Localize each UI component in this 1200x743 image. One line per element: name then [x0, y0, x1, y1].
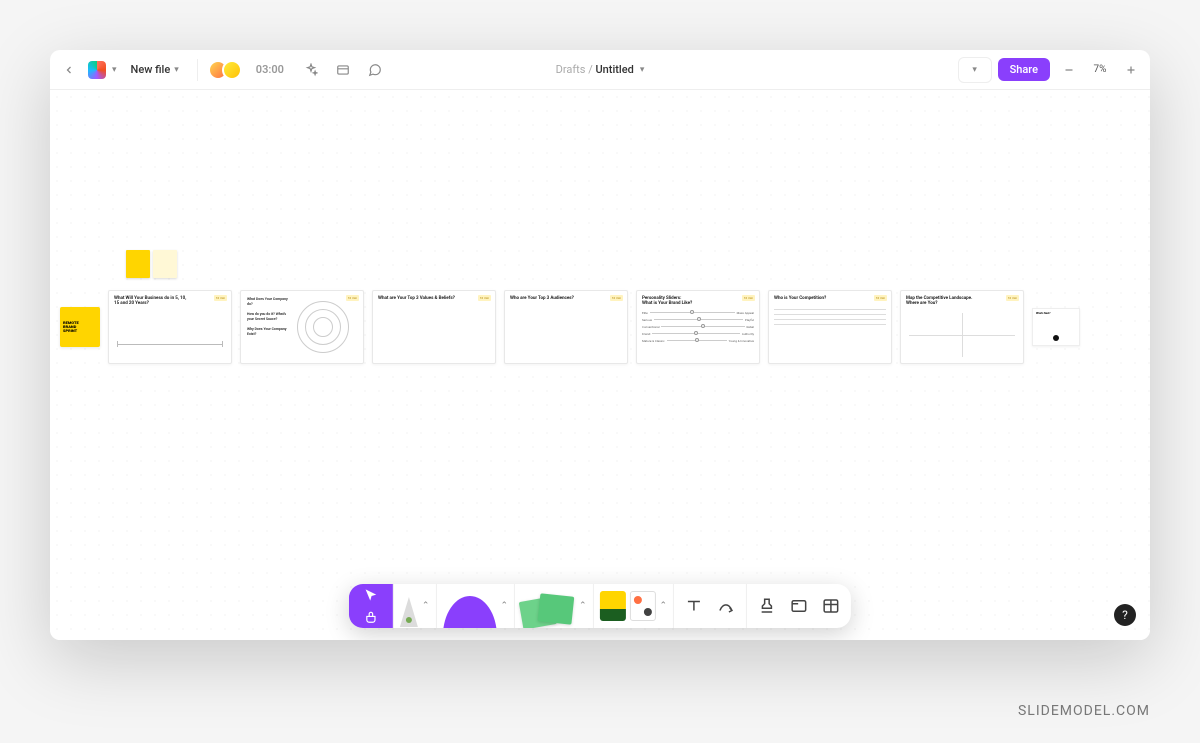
collaborator-avatars[interactable] [208, 60, 242, 80]
timer-button[interactable]: 03:00 [248, 61, 292, 78]
present-dropdown[interactable]: ▾ [958, 57, 992, 83]
templates-tool[interactable]: ⌃ [593, 584, 674, 628]
frame-competitive-landscape[interactable]: Map the Competitive Landscape. Where are… [900, 290, 1024, 364]
breadcrumb-parent: Drafts [556, 63, 586, 76]
frame-title: What are Your Top 3 Values & Beliefs? [378, 296, 456, 301]
section-tool[interactable] [785, 597, 813, 615]
marker-tool[interactable]: ⌃ [393, 584, 436, 628]
frame-title: Map the Competitive Landscape. Where are… [906, 296, 984, 307]
breadcrumb[interactable]: Drafts / Untitled ▾ [556, 63, 645, 76]
figjam-logo-icon[interactable] [88, 61, 106, 79]
time-badge: 10 min [478, 295, 491, 301]
sections-button[interactable] [330, 57, 356, 83]
new-file-button[interactable]: New file ▾ [123, 59, 187, 80]
share-label: Share [1010, 63, 1038, 76]
watermark: SLIDEMODEL.COM [1018, 703, 1150, 719]
ai-sparkle-button[interactable] [298, 57, 324, 83]
app-window: ▾ New file ▾ 03:00 [50, 50, 1150, 640]
frame-title: Who are Your Top 3 Audiences? [510, 296, 588, 301]
cover-line: SPRINT [63, 329, 97, 333]
zoom-in-button[interactable] [1118, 57, 1144, 83]
select-tool[interactable] [349, 584, 393, 628]
stamp-tool[interactable] [753, 597, 781, 615]
chevron-up-icon[interactable]: ⌃ [660, 601, 668, 611]
time-badge: 10 min [214, 295, 227, 301]
slider-row: EliteMass Appeal [642, 311, 754, 315]
slider-row: Mature & ClassicYoung & Innovative [642, 339, 754, 343]
frame-roadmap[interactable]: What Will Your Business do in 5, 10, 15 … [108, 290, 232, 364]
frame-title: What's Next? [1036, 312, 1050, 315]
board-content: REMOTE BRAND SPRINT What Will Your Busin… [60, 290, 1080, 364]
divider [197, 59, 198, 81]
tool-tray: ⌃ ⌃ ⌃ ⌃ [349, 584, 851, 628]
time-badge: 10 min [610, 295, 623, 301]
chevron-down-icon: ▾ [174, 65, 179, 75]
new-file-label: New file [131, 63, 171, 76]
sticky-note[interactable] [153, 250, 177, 278]
frame-title: What Will Your Business do in 5, 10, 15 … [114, 296, 192, 307]
slider-row: ConventionalRebel [642, 325, 754, 329]
timeline-axis [117, 344, 223, 345]
help-label: ? [1122, 608, 1128, 622]
dot-icon [1053, 335, 1059, 341]
slider-row: SeriousPlayful [642, 318, 754, 322]
back-button[interactable] [56, 57, 82, 83]
bullseye-diagram [297, 301, 349, 353]
shape-icon [442, 596, 496, 628]
frame-values[interactable]: What are Your Top 3 Values & Beliefs? 10… [372, 290, 496, 364]
canvas[interactable]: REMOTE BRAND SPRINT What Will Your Busin… [50, 90, 1150, 640]
frame-what-how-why[interactable]: 10 min What Does Your Company do? How do… [240, 290, 364, 364]
sticky-tool[interactable]: ⌃ [514, 584, 593, 628]
frame-questions: What Does Your Company do? How do you do… [247, 297, 289, 336]
chevron-up-icon[interactable]: ⌃ [579, 601, 587, 611]
sticky-icon [521, 593, 575, 628]
connector-tool[interactable] [712, 597, 740, 615]
timer-value: 03:00 [256, 63, 284, 76]
chevron-up-icon[interactable]: ⌃ [422, 601, 430, 611]
table-tool[interactable] [817, 597, 845, 615]
frame-cover[interactable]: REMOTE BRAND SPRINT [60, 307, 100, 347]
share-button[interactable]: Share [998, 58, 1050, 81]
quadrant-chart [909, 313, 1015, 357]
frame-title: Who is Your Competition? [774, 296, 852, 301]
top-bar: ▾ New file ▾ 03:00 [50, 50, 1150, 90]
comment-button[interactable] [362, 57, 388, 83]
chevron-up-icon[interactable]: ⌃ [500, 601, 508, 611]
zoom-level[interactable]: 7% [1088, 64, 1112, 75]
frame-audiences[interactable]: Who are Your Top 3 Audiences? 10 min [504, 290, 628, 364]
frame-competition[interactable]: Who is Your Competition? 10 min [768, 290, 892, 364]
sticky-group[interactable] [126, 250, 177, 278]
time-badge: 10 min [742, 295, 755, 301]
shape-tool[interactable]: ⌃ [435, 584, 514, 628]
time-badge: 10 min [1006, 295, 1019, 301]
slider-row: FriendAuthority [642, 332, 754, 336]
chevron-down-icon[interactable]: ▾ [640, 65, 645, 75]
breadcrumb-current: Untitled [595, 63, 633, 76]
breadcrumb-sep: / [588, 63, 593, 76]
logo-chevron-icon[interactable]: ▾ [112, 65, 117, 75]
template-thumbs [600, 591, 656, 621]
frame-title: Personality Sliders:What is Your Brand L… [642, 296, 720, 307]
zoom-out-button[interactable] [1056, 57, 1082, 83]
time-badge: 10 min [874, 295, 887, 301]
avatar [222, 60, 242, 80]
text-tool[interactable] [680, 597, 708, 615]
frame-personality-sliders[interactable]: Personality Sliders:What is Your Brand L… [636, 290, 760, 364]
sticky-note[interactable] [126, 250, 150, 278]
help-button[interactable]: ? [1114, 604, 1136, 626]
frame-whats-next[interactable]: What's Next? [1032, 308, 1080, 346]
pencil-icon [400, 597, 418, 627]
